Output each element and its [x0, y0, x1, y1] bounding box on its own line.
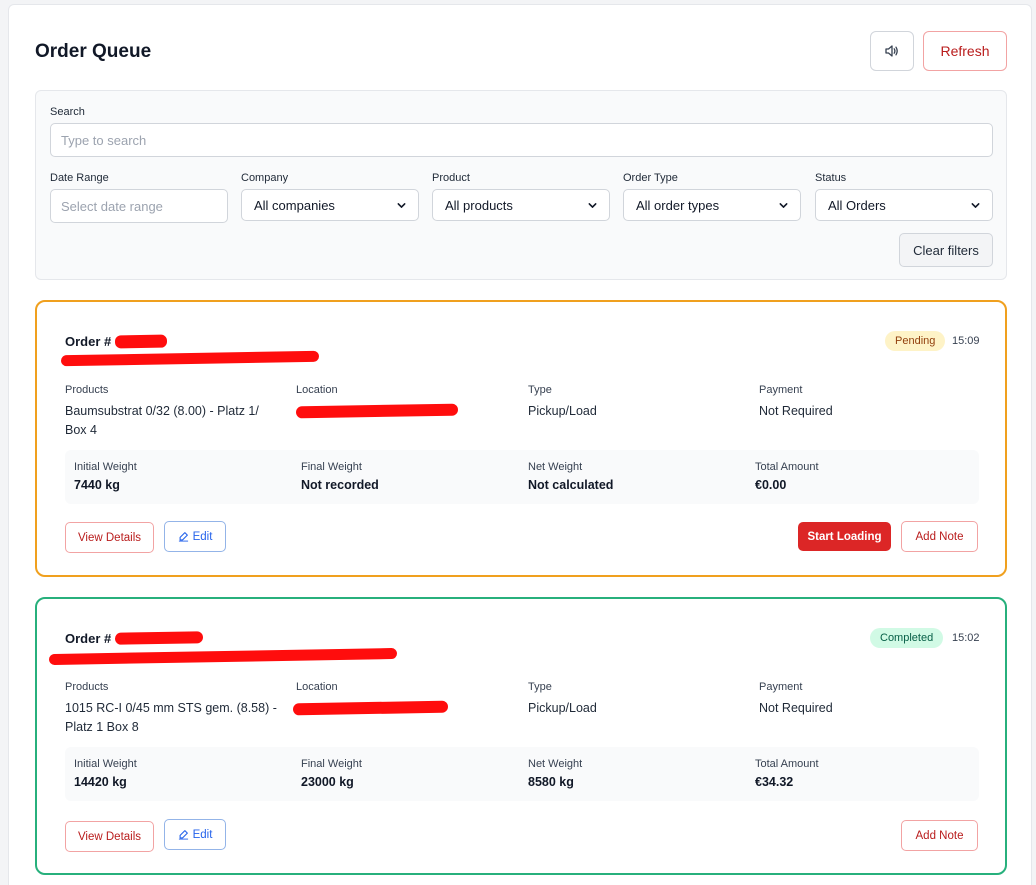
view-details-button[interactable]: View Details	[65, 821, 154, 852]
type-value: Pickup/Load	[528, 404, 597, 418]
edit-button[interactable]: Edit	[164, 819, 226, 850]
order-time: 15:09	[952, 335, 980, 347]
edit-button-label: Edit	[192, 828, 213, 841]
net-weight-value: 8580 kg	[528, 775, 574, 789]
payment-label: Payment	[759, 384, 803, 396]
net-weight-value: Not calculated	[528, 478, 614, 492]
filter-panel: Search Date Range Company All companies …	[35, 90, 1007, 280]
page-title: Order Queue	[35, 41, 152, 62]
type-value: Pickup/Load	[528, 701, 597, 715]
weights-summary: Initial Weight 14420 kg Final Weight 230…	[65, 747, 979, 801]
status-select-value: All Orders	[828, 197, 886, 213]
products-value: Baumsubstrat 0/32 (8.00) - Platz 1/ Box …	[65, 404, 259, 437]
redaction-mark	[48, 647, 398, 666]
total-amount-label: Total Amount	[755, 461, 819, 473]
product-select[interactable]: All products	[432, 189, 610, 221]
product-label: Product	[432, 172, 470, 184]
products-label: Products	[65, 681, 109, 693]
sound-toggle-button[interactable]	[870, 31, 914, 71]
add-note-button[interactable]: Add Note	[901, 521, 978, 552]
add-note-button[interactable]: Add Note	[901, 820, 978, 851]
order-number: Order #	[65, 334, 112, 349]
status-badge: Completed	[870, 628, 944, 648]
refresh-button[interactable]: Refresh	[923, 31, 1007, 71]
clear-filters-button[interactable]: Clear filters	[899, 233, 993, 267]
search-label: Search	[50, 106, 85, 118]
order-number: Order #	[65, 631, 112, 646]
company-select-value: All companies	[254, 197, 335, 213]
view-details-button[interactable]: View Details	[65, 522, 154, 553]
status-label: Status	[815, 172, 847, 184]
total-amount-value: €0.00	[755, 478, 787, 492]
payment-label: Payment	[759, 681, 803, 693]
order-type-select[interactable]: All order types	[623, 189, 801, 221]
final-weight-value: 23000 kg	[301, 775, 354, 789]
date-range-label: Date Range	[50, 172, 109, 184]
final-weight-value: Not recorded	[301, 478, 379, 492]
type-label: Type	[528, 681, 552, 693]
net-weight-label: Net Weight	[528, 758, 583, 770]
status-select[interactable]: All Orders	[815, 189, 993, 221]
chevron-down-icon	[397, 202, 406, 208]
payment-value: Not Required	[759, 404, 833, 418]
start-loading-button[interactable]: Start Loading	[798, 522, 891, 551]
final-weight-label: Final Weight	[301, 461, 362, 473]
order-type-select-value: All order types	[636, 197, 720, 213]
location-label: Location	[296, 681, 338, 693]
edit-button[interactable]: Edit	[164, 521, 226, 552]
redaction-mark	[292, 700, 449, 716]
products-label: Products	[65, 384, 109, 396]
edit-icon	[178, 532, 188, 542]
chevron-down-icon	[779, 202, 788, 208]
weights-summary: Initial Weight 7440 kg Final Weight Not …	[65, 450, 979, 504]
order-type-label: Order Type	[623, 172, 678, 184]
initial-weight-value: 14420 kg	[74, 775, 127, 789]
initial-weight-label: Initial Weight	[74, 758, 137, 770]
speaker-icon	[885, 45, 898, 57]
product-select-value: All products	[445, 197, 513, 213]
company-select[interactable]: All companies	[241, 189, 419, 221]
search-input[interactable]	[50, 123, 993, 157]
edit-icon	[178, 830, 188, 840]
location-label: Location	[296, 384, 338, 396]
date-range-input[interactable]	[50, 189, 228, 223]
products-value: 1015 RC-I 0/45 mm STS gem. (8.58) - Plat…	[65, 701, 277, 734]
order-time: 15:02	[952, 632, 980, 644]
chevron-down-icon	[588, 202, 597, 208]
order-card: Order # Pending 15:09 Products Baumsubst…	[35, 300, 1007, 577]
redaction-mark	[114, 631, 204, 645]
total-amount-label: Total Amount	[755, 758, 819, 770]
initial-weight-label: Initial Weight	[74, 461, 137, 473]
final-weight-label: Final Weight	[301, 758, 362, 770]
edit-button-label: Edit	[192, 530, 213, 543]
payment-value: Not Required	[759, 701, 833, 715]
company-label: Company	[241, 172, 289, 184]
redaction-mark	[60, 350, 320, 367]
chevron-down-icon	[971, 202, 980, 208]
net-weight-label: Net Weight	[528, 461, 583, 473]
order-card: Order # Completed 15:02 Products 1015 RC…	[35, 597, 1007, 875]
type-label: Type	[528, 384, 552, 396]
redaction-mark	[114, 334, 168, 349]
status-badge: Pending	[885, 331, 946, 351]
initial-weight-value: 7440 kg	[74, 478, 120, 492]
total-amount-value: €34.32	[755, 775, 794, 789]
redaction-mark	[295, 403, 459, 419]
order-queue-panel: Order Queue Refresh Search Date Range Co…	[8, 4, 1032, 885]
